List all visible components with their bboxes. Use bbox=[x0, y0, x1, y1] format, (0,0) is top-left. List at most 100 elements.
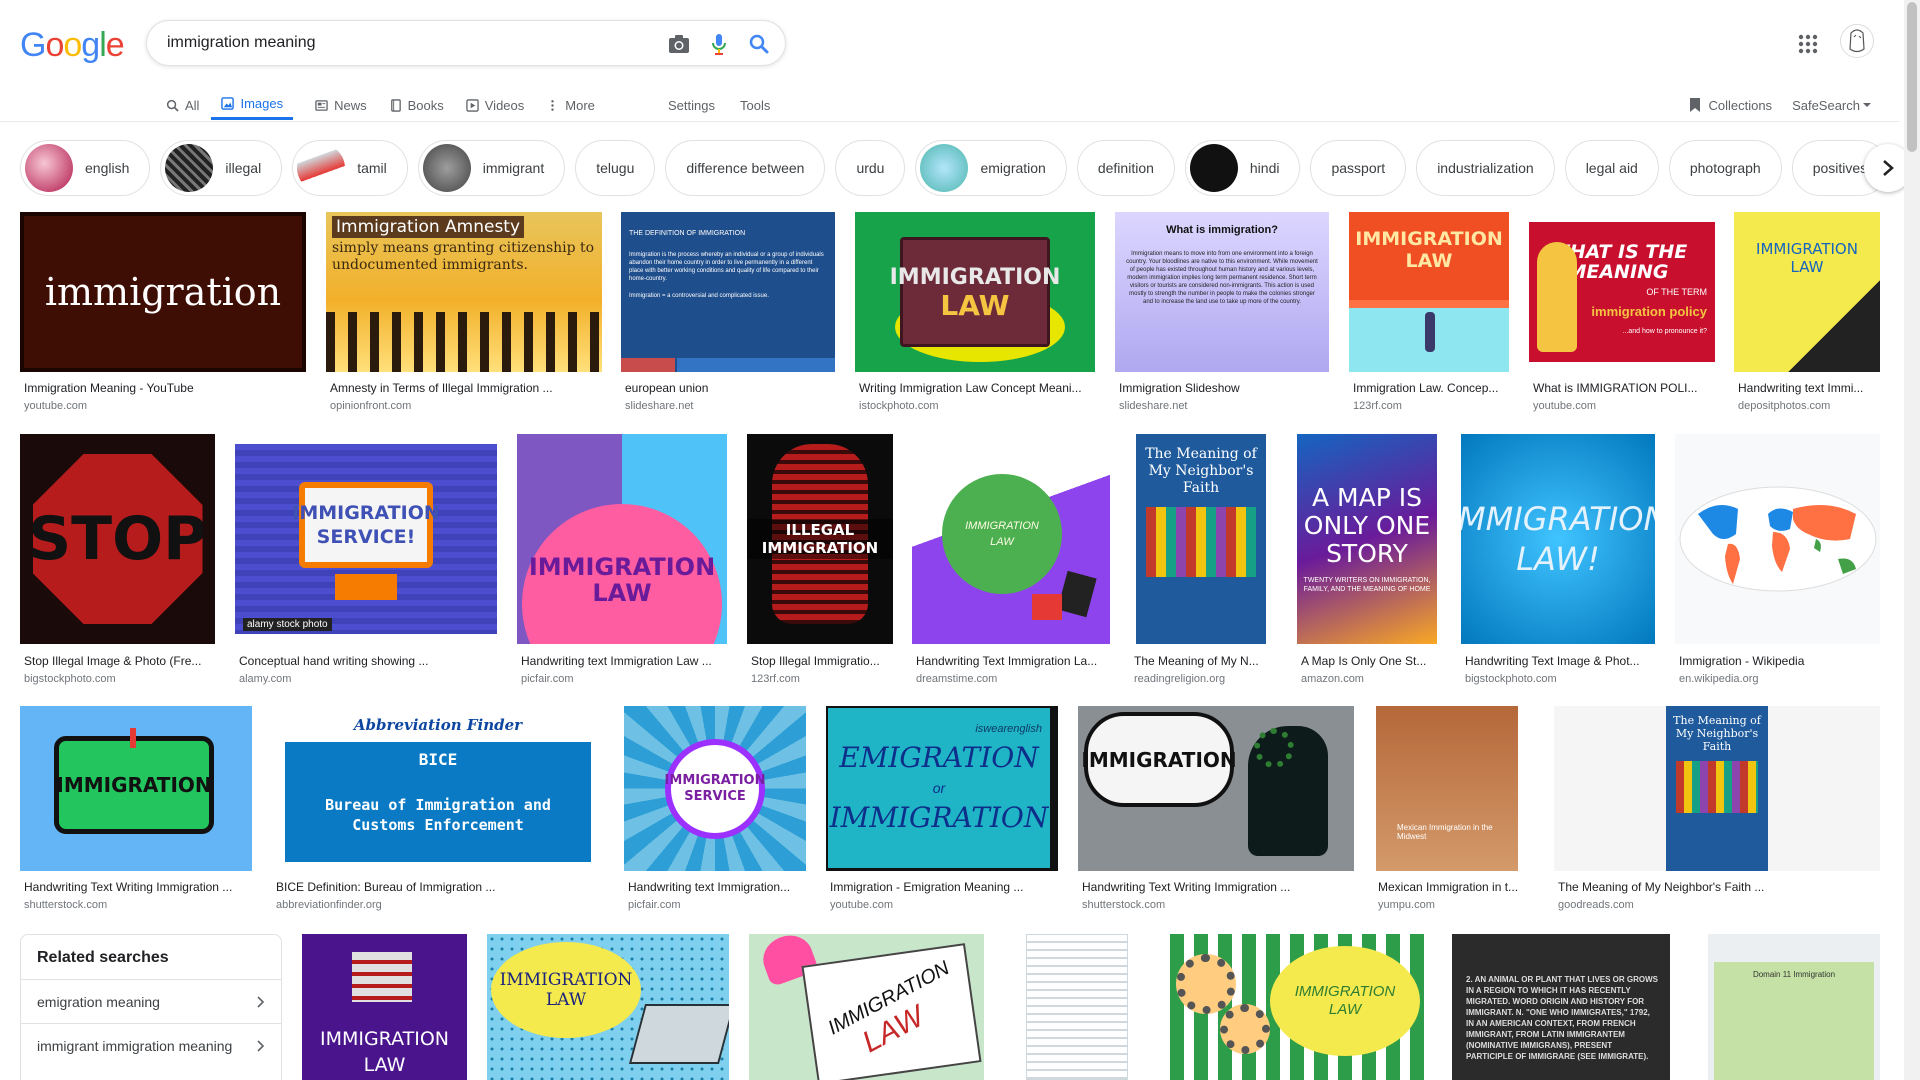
result-title[interactable]: Handwriting Text Image & Phot... bbox=[1465, 654, 1653, 668]
result-title[interactable]: BICE Definition: Bureau of Immigration .… bbox=[276, 880, 602, 894]
scrollbar[interactable] bbox=[1904, 0, 1920, 1080]
image-result[interactable]: Mexican Immigration in the Midwest Mexic… bbox=[1374, 706, 1534, 916]
image-result[interactable]: WHAT IS THE MEANING OF THE TERM immigrat… bbox=[1529, 212, 1715, 417]
safesearch-button[interactable]: SafeSearch bbox=[1792, 98, 1872, 113]
chip-hindi[interactable]: hindi bbox=[1184, 140, 1301, 196]
search-icon[interactable] bbox=[747, 32, 771, 56]
apps-grid-icon[interactable] bbox=[1796, 32, 1820, 56]
image-result[interactable]: IMMIGRATION LAW bbox=[749, 934, 984, 1080]
tab-images[interactable]: Images bbox=[211, 90, 294, 120]
image-result[interactable]: Domain 11 Immigration bbox=[1708, 934, 1880, 1080]
result-thumbnail[interactable]: iswearenglish EMIGRATION or IMMIGRATION bbox=[826, 706, 1058, 871]
result-thumbnail[interactable]: IMMIGRATION LAW bbox=[1170, 934, 1432, 1080]
result-thumbnail[interactable] bbox=[1004, 934, 1150, 1080]
image-result[interactable]: The Meaning of My Neighbor's Faith The M… bbox=[1130, 434, 1270, 686]
chip-english[interactable]: english bbox=[20, 140, 151, 196]
result-title[interactable]: The Meaning of My N... bbox=[1134, 654, 1268, 668]
result-title[interactable]: Handwriting text Immi... bbox=[1738, 381, 1878, 395]
image-result[interactable]: IMMIGRATION LAW Immigration Law. Concep.… bbox=[1349, 212, 1509, 417]
tab-all[interactable]: All bbox=[166, 90, 199, 120]
result-title[interactable]: Handwriting Text Writing Immigration ... bbox=[24, 880, 250, 894]
result-thumbnail[interactable]: IMMIGRATION LAW bbox=[487, 934, 729, 1080]
chip-definition[interactable]: definition bbox=[1076, 140, 1175, 196]
chip-immigrant[interactable]: immigrant bbox=[417, 140, 566, 196]
result-title[interactable]: Amnesty in Terms of Illegal Immigration … bbox=[330, 381, 600, 395]
collections-button[interactable]: Collections bbox=[1688, 97, 1772, 113]
chip-telugu[interactable]: telugu bbox=[575, 140, 656, 196]
camera-icon[interactable] bbox=[667, 32, 691, 56]
microphone-icon[interactable] bbox=[707, 32, 731, 56]
tab-books[interactable]: Books bbox=[389, 90, 444, 120]
image-result[interactable]: iswearenglish EMIGRATION or IMMIGRATION … bbox=[826, 706, 1058, 916]
image-result[interactable]: A MAP IS ONLY ONE STORY TWENTY WRITERS O… bbox=[1297, 434, 1437, 686]
result-title[interactable]: Handwriting text Immigration Law ... bbox=[521, 654, 725, 668]
image-result[interactable]: IMMIGRATION SERVICE! alamy stock photo C… bbox=[235, 434, 497, 686]
tools-link[interactable]: Tools bbox=[740, 90, 770, 120]
result-title[interactable]: Writing Immigration Law Concept Meani... bbox=[859, 381, 1093, 395]
result-thumbnail[interactable]: IMMIGRATION LAW bbox=[912, 434, 1110, 644]
result-thumbnail[interactable]: IMMIGRATION bbox=[1078, 706, 1354, 871]
result-thumbnail[interactable]: 2. AN ANIMAL OR PLANT THAT LIVES OR GROW… bbox=[1452, 934, 1670, 1080]
image-result[interactable]: IMMIGRATION LAW Handwriting text Immi...… bbox=[1734, 212, 1880, 417]
chip-passport[interactable]: passport bbox=[1310, 140, 1407, 196]
result-thumbnail[interactable]: IMMIGRATION LAW! bbox=[1461, 434, 1655, 644]
result-title[interactable]: european union bbox=[625, 381, 833, 395]
result-title[interactable]: Conceptual hand writing showing ... bbox=[239, 654, 495, 668]
result-thumbnail[interactable]: IMMIGRATION bbox=[20, 706, 252, 871]
chip-industrialization[interactable]: industrialization bbox=[1416, 140, 1555, 196]
tab-videos[interactable]: Videos bbox=[466, 90, 524, 120]
result-title[interactable]: Immigration - Emigration Meaning ... bbox=[830, 880, 1056, 894]
result-title[interactable]: Stop Illegal Immigratio... bbox=[751, 654, 891, 668]
result-thumbnail[interactable]: IMMIGRATION SERVICE bbox=[624, 706, 806, 871]
image-result[interactable]: IMMIGRATION LAW Handwriting text Immigra… bbox=[517, 434, 727, 686]
chip-urdu[interactable]: urdu bbox=[835, 140, 906, 196]
result-thumbnail[interactable]: immigration bbox=[20, 212, 306, 372]
result-title[interactable]: The Meaning of My Neighbor's Faith ... bbox=[1558, 880, 1878, 894]
result-title[interactable]: What is IMMIGRATION POLI... bbox=[1533, 381, 1713, 395]
image-result[interactable]: IMMIGRATION SERVICE Handwriting text Imm… bbox=[624, 706, 806, 916]
result-thumbnail[interactable]: The Meaning of My Neighbor's Faith bbox=[1130, 434, 1270, 644]
image-result[interactable]: IMMIGRATION LAW bbox=[487, 934, 729, 1080]
related-search-item[interactable]: immigrant immigration meaning bbox=[21, 1023, 281, 1067]
result-title[interactable]: Immigration Meaning - YouTube bbox=[24, 381, 304, 395]
result-title[interactable]: Mexican Immigration in t... bbox=[1378, 880, 1532, 894]
image-result[interactable]: IMMIGRATION LAW Writing Immigration Law … bbox=[855, 212, 1095, 417]
result-title[interactable]: Immigration - Wikipedia bbox=[1679, 654, 1878, 668]
result-title[interactable]: A Map Is Only One St... bbox=[1301, 654, 1435, 668]
result-thumbnail[interactable]: IMMIGRATION LAW bbox=[855, 212, 1095, 372]
result-thumbnail[interactable]: ILLEGAL IMMIGRATION bbox=[747, 434, 893, 644]
result-title[interactable]: Immigration Law. Concep... bbox=[1353, 381, 1507, 395]
result-thumbnail[interactable]: IMMIGRATION SERVICE! alamy stock photo bbox=[235, 434, 497, 644]
result-title[interactable]: Handwriting Text Immigration La... bbox=[916, 654, 1108, 668]
result-thumbnail[interactable] bbox=[1675, 434, 1880, 644]
image-result[interactable]: THE DEFINITION OF IMMIGRATION Immigratio… bbox=[621, 212, 835, 417]
image-result[interactable]: 2. AN ANIMAL OR PLANT THAT LIVES OR GROW… bbox=[1452, 934, 1670, 1080]
settings-link[interactable]: Settings bbox=[668, 90, 715, 120]
result-thumbnail[interactable]: A MAP IS ONLY ONE STORY TWENTY WRITERS O… bbox=[1297, 434, 1437, 644]
result-thumbnail[interactable]: IMMIGRATION LAW bbox=[1734, 212, 1880, 372]
image-result[interactable]: The Meaning of My Neighbor's Faith The M… bbox=[1554, 706, 1880, 916]
chip-tamil[interactable]: tamil bbox=[292, 140, 408, 196]
result-thumbnail[interactable]: The Meaning of My Neighbor's Faith bbox=[1554, 706, 1880, 871]
image-result[interactable]: IMMIGRATION LAW Handwriting Text Immigra… bbox=[912, 434, 1110, 686]
result-thumbnail[interactable]: WHAT IS THE MEANING OF THE TERM immigrat… bbox=[1529, 212, 1715, 372]
tab-news[interactable]: News bbox=[315, 90, 367, 120]
image-result[interactable]: IMMIGRATION LAW bbox=[302, 934, 467, 1080]
search-input[interactable] bbox=[167, 21, 637, 65]
result-thumbnail[interactable]: Mexican Immigration in the Midwest bbox=[1374, 706, 1534, 871]
avatar[interactable] bbox=[1840, 24, 1874, 58]
result-thumbnail[interactable]: THE DEFINITION OF IMMIGRATION Immigratio… bbox=[621, 212, 835, 372]
result-title[interactable]: Immigration Slideshow bbox=[1119, 381, 1327, 395]
image-result[interactable]: Immigration Amnesty simply means grantin… bbox=[326, 212, 602, 417]
result-thumbnail[interactable]: Immigration Amnesty simply means grantin… bbox=[326, 212, 602, 372]
related-search-item[interactable]: emigration meaning bbox=[21, 979, 281, 1023]
result-thumbnail[interactable]: Abbreviation Finder BICE Bureau of Immig… bbox=[272, 706, 604, 871]
result-thumbnail[interactable]: IMMIGRATION LAW bbox=[1349, 212, 1509, 372]
image-result[interactable] bbox=[1004, 934, 1150, 1080]
image-result[interactable]: Abbreviation Finder BICE Bureau of Immig… bbox=[272, 706, 604, 916]
image-result[interactable]: IMMIGRATION LAW! Handwriting Text Image … bbox=[1461, 434, 1655, 686]
image-result[interactable]: IMMIGRATION Handwriting Text Writing Imm… bbox=[1078, 706, 1354, 916]
tab-more[interactable]: More bbox=[546, 90, 595, 120]
google-logo[interactable]: Google bbox=[20, 26, 125, 65]
chip-difference-between[interactable]: difference between bbox=[665, 140, 826, 196]
